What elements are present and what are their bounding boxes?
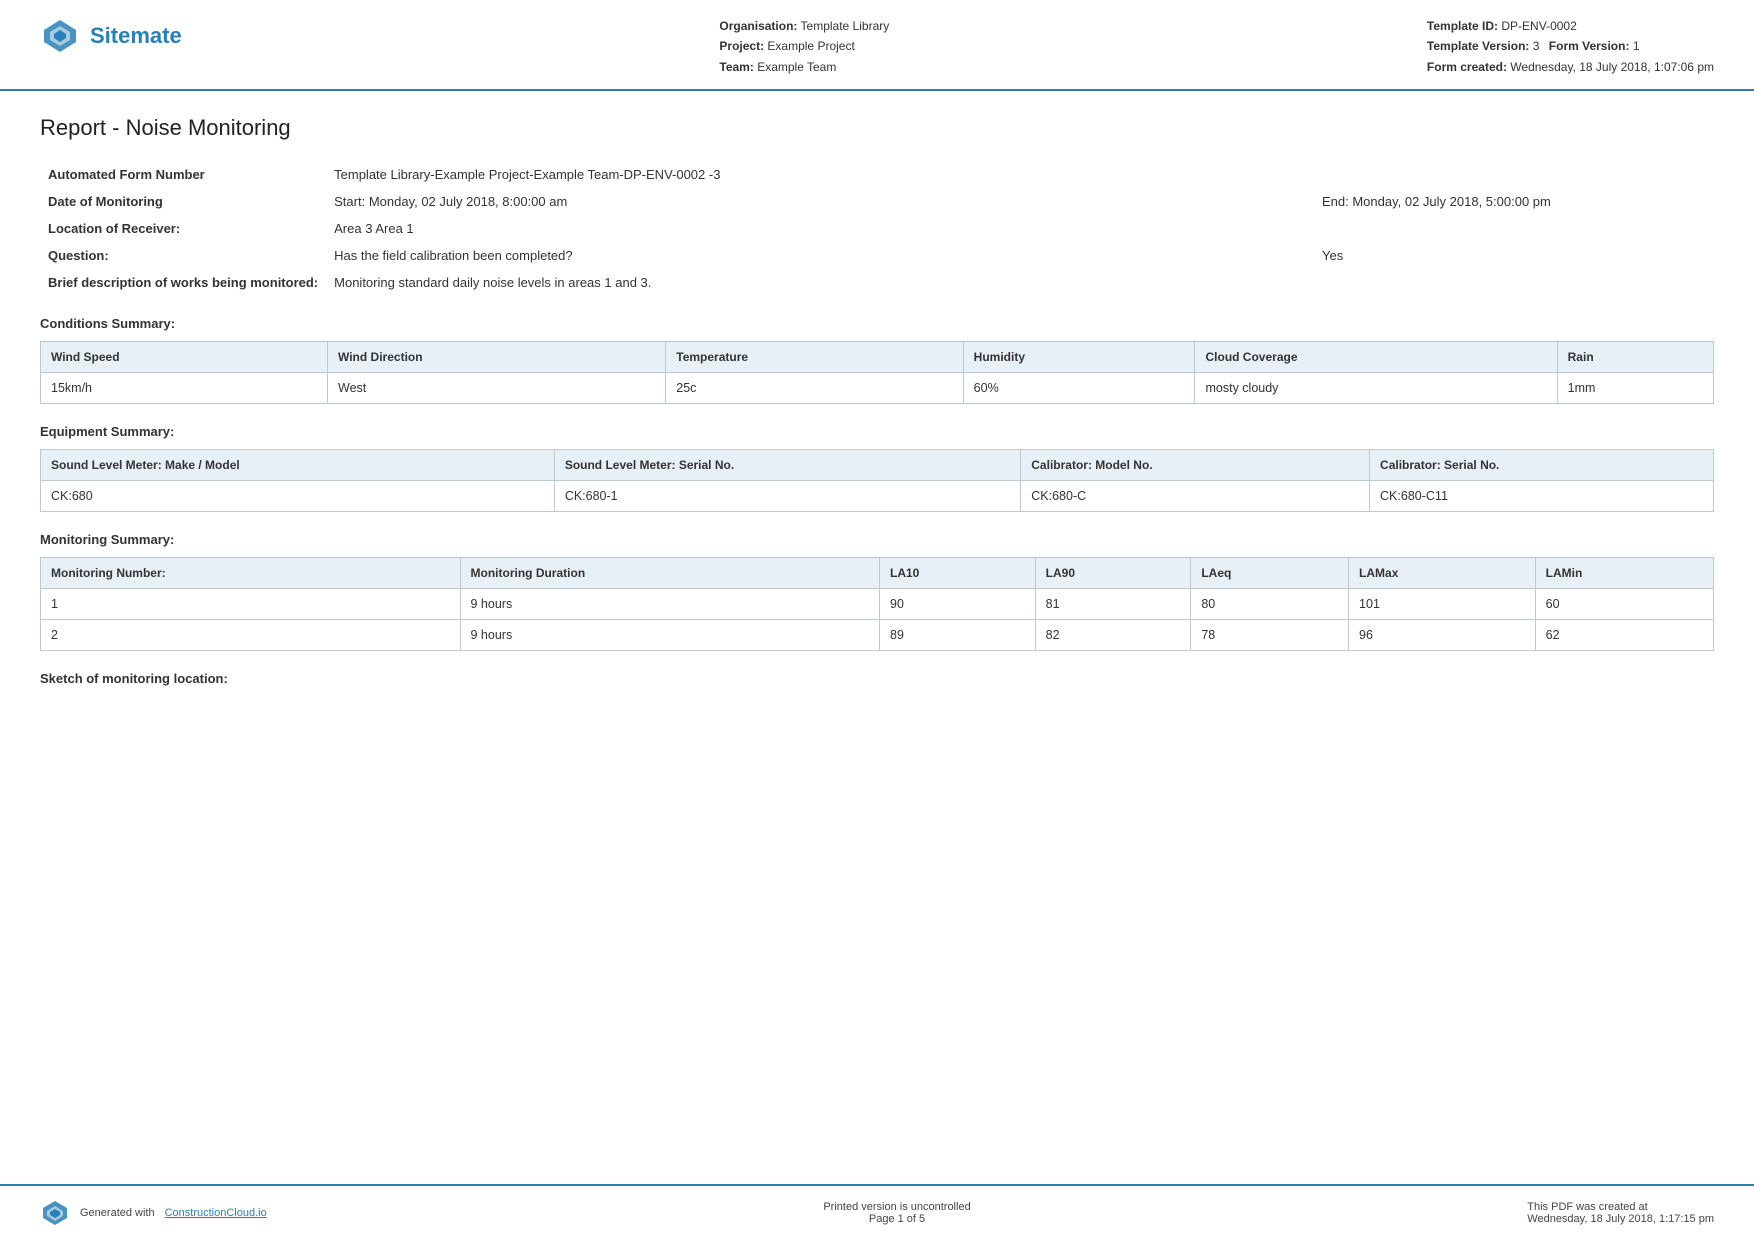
logo-area: Sitemate xyxy=(40,16,182,56)
footer-right-text: This PDF was created at xyxy=(1527,1201,1714,1213)
monitoring-th-2: LA10 xyxy=(880,558,1036,589)
org-value: Template Library xyxy=(801,19,890,33)
conditions-th-2: Temperature xyxy=(666,342,963,373)
question-answer: Yes xyxy=(1314,242,1714,269)
info-table: Automated Form Number Template Library-E… xyxy=(40,161,1714,296)
monitoring-table: Monitoring Number: Monitoring Duration L… xyxy=(40,557,1714,651)
date-monitoring-start: Start: Monday, 02 July 2018, 8:00:00 am xyxy=(326,188,726,215)
header-right: Template ID: DP-ENV-0002 Template Versio… xyxy=(1427,16,1714,77)
project-value: Example Project xyxy=(767,39,854,53)
monitoring-th-6: LAMin xyxy=(1535,558,1713,589)
header-center: Organisation: Template Library Project: … xyxy=(719,16,889,77)
monitoring-th-5: LAMax xyxy=(1349,558,1536,589)
form-version-label: Form Version: xyxy=(1549,39,1630,53)
monitoring-th-3: LA90 xyxy=(1035,558,1191,589)
conditions-th-5: Rain xyxy=(1557,342,1713,373)
project-label: Project: xyxy=(719,39,764,53)
equipment-title: Equipment Summary: xyxy=(40,424,1714,439)
template-id-label: Template ID: xyxy=(1427,19,1498,33)
table-row: 19 hours90818010160 xyxy=(41,589,1714,620)
equipment-header-row: Sound Level Meter: Make / Model Sound Le… xyxy=(41,450,1714,481)
form-version-value: 1 xyxy=(1633,39,1640,53)
equipment-th-3: Calibrator: Serial No. xyxy=(1370,450,1714,481)
report-title: Report - Noise Monitoring xyxy=(40,115,1714,141)
monitoring-header-row: Monitoring Number: Monitoring Duration L… xyxy=(41,558,1714,589)
equipment-th-0: Sound Level Meter: Make / Model xyxy=(41,450,555,481)
template-id-value: DP-ENV-0002 xyxy=(1501,19,1576,33)
page-footer: Generated with ConstructionCloud.io Prin… xyxy=(0,1184,1754,1240)
equipment-table: Sound Level Meter: Make / Model Sound Le… xyxy=(40,449,1714,512)
form-created-label: Form created: xyxy=(1427,60,1507,74)
footer-right: This PDF was created at Wednesday, 18 Ju… xyxy=(1527,1201,1714,1225)
footer-page: Page 1 of 5 xyxy=(823,1213,970,1225)
date-monitoring-label: Date of Monitoring xyxy=(40,188,326,215)
date-monitoring-row: Date of Monitoring Start: Monday, 02 Jul… xyxy=(40,188,1714,215)
brief-desc-value: Monitoring standard daily noise levels i… xyxy=(326,269,1714,296)
footer-logo-icon xyxy=(40,1198,70,1228)
logo-text: Sitemate xyxy=(90,23,182,49)
conditions-header-row: Wind Speed Wind Direction Temperature Hu… xyxy=(41,342,1714,373)
question-value: Has the field calibration been completed… xyxy=(326,242,726,269)
brief-desc-row: Brief description of works being monitor… xyxy=(40,269,1714,296)
footer-center: Printed version is uncontrolled Page 1 o… xyxy=(823,1201,970,1225)
conditions-th-0: Wind Speed xyxy=(41,342,328,373)
question-label: Question: xyxy=(40,242,326,269)
conditions-table: Wind Speed Wind Direction Temperature Hu… xyxy=(40,341,1714,404)
conditions-th-4: Cloud Coverage xyxy=(1195,342,1557,373)
team-value: Example Team xyxy=(757,60,836,74)
footer-generated-text: Generated with xyxy=(80,1207,155,1219)
equipment-th-1: Sound Level Meter: Serial No. xyxy=(554,450,1020,481)
table-row: CK:680CK:680-1CK:680-CCK:680-C11 xyxy=(41,481,1714,512)
date-monitoring-end: End: Monday, 02 July 2018, 5:00:00 pm xyxy=(1314,188,1714,215)
automated-form-label: Automated Form Number xyxy=(40,161,326,188)
equipment-th-2: Calibrator: Model No. xyxy=(1021,450,1370,481)
template-version-label: Template Version: xyxy=(1427,39,1529,53)
footer-right-date: Wednesday, 18 July 2018, 1:17:15 pm xyxy=(1527,1213,1714,1225)
location-value: Area 3 Area 1 xyxy=(326,215,1714,242)
form-created-value: Wednesday, 18 July 2018, 1:07:06 pm xyxy=(1510,60,1714,74)
conditions-th-3: Humidity xyxy=(963,342,1195,373)
location-label: Location of Receiver: xyxy=(40,215,326,242)
monitoring-th-4: LAeq xyxy=(1191,558,1349,589)
org-label: Organisation: xyxy=(719,19,797,33)
conditions-title: Conditions Summary: xyxy=(40,316,1714,331)
page-header: Sitemate Organisation: Template Library … xyxy=(0,0,1754,91)
team-label: Team: xyxy=(719,60,753,74)
brief-desc-label: Brief description of works being monitor… xyxy=(40,269,326,296)
template-version-value: 3 xyxy=(1533,39,1540,53)
monitoring-th-1: Monitoring Duration xyxy=(460,558,880,589)
main-content: Report - Noise Monitoring Automated Form… xyxy=(0,91,1754,796)
monitoring-th-0: Monitoring Number: xyxy=(41,558,461,589)
table-row: 15km/hWest25c60%mosty cloudy1mm xyxy=(41,373,1714,404)
sitemate-logo-icon xyxy=(40,16,80,56)
conditions-th-1: Wind Direction xyxy=(328,342,666,373)
footer-left: Generated with ConstructionCloud.io xyxy=(40,1198,267,1228)
footer-uncontrolled: Printed version is uncontrolled xyxy=(823,1201,970,1213)
automated-form-row: Automated Form Number Template Library-E… xyxy=(40,161,1714,188)
question-row: Question: Has the field calibration been… xyxy=(40,242,1714,269)
footer-link[interactable]: ConstructionCloud.io xyxy=(165,1207,267,1219)
location-row: Location of Receiver: Area 3 Area 1 xyxy=(40,215,1714,242)
sketch-title: Sketch of monitoring location: xyxy=(40,671,1714,686)
monitoring-title: Monitoring Summary: xyxy=(40,532,1714,547)
table-row: 29 hours8982789662 xyxy=(41,620,1714,651)
automated-form-value: Template Library-Example Project-Example… xyxy=(326,161,1714,188)
